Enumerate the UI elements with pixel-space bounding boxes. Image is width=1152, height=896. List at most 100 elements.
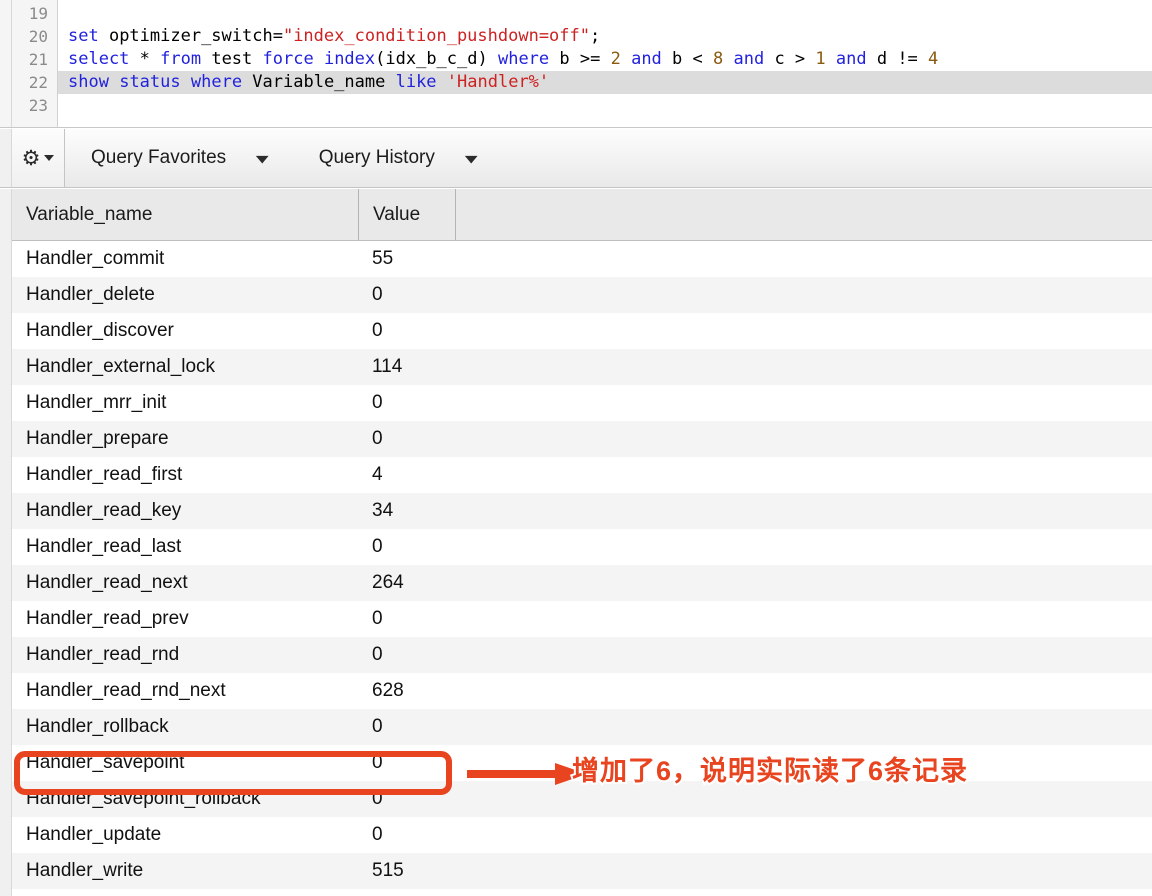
- query-favorites-dropdown[interactable]: Query Favorites ▾: [65, 129, 293, 187]
- code-token: show: [68, 72, 109, 92]
- cell-value[interactable]: 0: [358, 745, 455, 781]
- result-grid[interactable]: Variable_name Value Handler_commit 55 Hand…: [0, 189, 1152, 896]
- table-row[interactable]: Handler_read_key 34: [12, 493, 1152, 529]
- code-line[interactable]: show status where Variable_name like 'Ha…: [58, 71, 1152, 94]
- cell-value[interactable]: 55: [358, 241, 455, 277]
- table-row[interactable]: Handler_update 0: [12, 817, 1152, 853]
- cell-variable-name[interactable]: Handler_savepoint_rollback: [12, 781, 358, 817]
- code-token: 1: [815, 49, 826, 69]
- table-row[interactable]: Handler_discover 0: [12, 313, 1152, 349]
- table-row[interactable]: Handler_rollback 0: [12, 709, 1152, 745]
- cell-variable-name[interactable]: Handler_rollback: [12, 709, 358, 745]
- code-line[interactable]: [58, 2, 1152, 25]
- cell-value[interactable]: 0: [358, 421, 455, 457]
- query-history-label: Query History: [318, 147, 435, 168]
- cell-value[interactable]: 0: [358, 385, 455, 421]
- cell-variable-name[interactable]: Handler_prepare: [12, 421, 358, 457]
- cell-value[interactable]: 0: [358, 277, 455, 313]
- results-toolbar: ⚙ Query Favorites ▾ Query History ▾: [0, 129, 1152, 188]
- cell-value[interactable]: 34: [358, 493, 455, 529]
- cell-variable-name[interactable]: Handler_read_next: [12, 565, 358, 601]
- cell-value[interactable]: 4: [358, 457, 455, 493]
- cell-variable-name[interactable]: Handler_read_rnd: [12, 637, 358, 673]
- table-row[interactable]: Handler_read_rnd_next 628: [12, 673, 1152, 709]
- cell-filler: [455, 637, 1152, 673]
- code-line[interactable]: [58, 94, 1152, 117]
- cell-value[interactable]: 0: [358, 601, 455, 637]
- code-token: test: [201, 49, 263, 69]
- code-token: b >=: [549, 49, 611, 69]
- table-row[interactable]: Handler_commit 55: [12, 241, 1152, 277]
- cell-variable-name[interactable]: Handler_delete: [12, 277, 358, 313]
- cell-value[interactable]: 0: [358, 709, 455, 745]
- table-row[interactable]: Handler_read_last 0: [12, 529, 1152, 565]
- code-token: from: [160, 49, 202, 69]
- cell-value[interactable]: 0: [358, 529, 455, 565]
- code-token: ;: [590, 26, 601, 46]
- cell-variable-name[interactable]: Handler_savepoint: [12, 745, 358, 781]
- cell-variable-name[interactable]: Handler_read_last: [12, 529, 358, 565]
- code-token: b <: [661, 49, 713, 69]
- cell-filler: [455, 745, 1152, 781]
- cell-variable-name[interactable]: Handler_update: [12, 817, 358, 853]
- table-row[interactable]: Handler_read_prev 0: [12, 601, 1152, 637]
- editor-line-number-gutter: 19 20 21 22 23: [12, 0, 58, 127]
- cell-value[interactable]: 515: [358, 853, 455, 889]
- column-header-variable-name[interactable]: Variable_name: [12, 189, 358, 240]
- sql-editor[interactable]: 19 20 21 22 23 set optimizer_switch="index_c…: [0, 0, 1152, 128]
- code-token: select: [68, 49, 130, 69]
- table-row[interactable]: Handler_mrr_init 0: [12, 385, 1152, 421]
- cell-value[interactable]: 114: [358, 349, 455, 385]
- cell-value[interactable]: 0: [358, 781, 455, 817]
- cell-value[interactable]: 628: [358, 673, 455, 709]
- editor-code-area[interactable]: set optimizer_switch="index_condition_pu…: [58, 0, 1152, 127]
- table-row[interactable]: Handler_read_rnd 0: [12, 637, 1152, 673]
- cell-variable-name[interactable]: Handler_discover: [12, 313, 358, 349]
- cell-variable-name[interactable]: Handler_read_key: [12, 493, 358, 529]
- cell-value[interactable]: 0: [358, 817, 455, 853]
- table-row[interactable]: Handler_prepare 0: [12, 421, 1152, 457]
- chevron-down-icon: ▾: [256, 150, 269, 166]
- cell-variable-name[interactable]: Handler_write: [12, 853, 358, 889]
- cell-filler: [455, 421, 1152, 457]
- table-row[interactable]: Handler_external_lock 114: [12, 349, 1152, 385]
- cell-value[interactable]: 264: [358, 565, 455, 601]
- table-row[interactable]: Handler_savepoint 0: [12, 745, 1152, 781]
- query-favorites-label: Query Favorites: [91, 147, 227, 168]
- code-token: (idx_b_c_d): [375, 49, 498, 69]
- table-row[interactable]: Handler_savepoint_rollback 0: [12, 781, 1152, 817]
- table-row[interactable]: Handler_delete 0: [12, 277, 1152, 313]
- code-line[interactable]: set optimizer_switch="index_condition_pu…: [58, 25, 1152, 48]
- table-row[interactable]: Handler_read_next 264: [12, 565, 1152, 601]
- cell-variable-name[interactable]: Handler_read_prev: [12, 601, 358, 637]
- code-token: d !=: [866, 49, 929, 69]
- cell-variable-name[interactable]: Handler_read_first: [12, 457, 358, 493]
- column-header-value[interactable]: Value: [358, 189, 455, 240]
- grid-left-margin: [0, 189, 12, 896]
- code-token: "index_condition_pushdown=off": [282, 26, 590, 46]
- cell-variable-name[interactable]: Handler_mrr_init: [12, 385, 358, 421]
- line-number: 20: [28, 27, 48, 46]
- line-number: 22: [28, 73, 48, 92]
- toolbar-left-margin: [0, 129, 12, 187]
- table-row[interactable]: Handler_read_first 4: [12, 457, 1152, 493]
- query-history-dropdown[interactable]: Query History ▾: [293, 129, 502, 187]
- code-line[interactable]: select * from test force index(idx_b_c_d…: [58, 48, 1152, 71]
- cell-variable-name[interactable]: Handler_commit: [12, 241, 358, 277]
- cell-value[interactable]: 0: [358, 313, 455, 349]
- cell-filler: [455, 709, 1152, 745]
- table-row[interactable]: Handler_write 515: [12, 853, 1152, 889]
- cell-value[interactable]: 0: [358, 637, 455, 673]
- line-number: 19: [28, 4, 48, 23]
- cell-filler: [455, 277, 1152, 313]
- column-header-filler: [455, 189, 1152, 240]
- cell-variable-name[interactable]: Handler_read_rnd_next: [12, 673, 358, 709]
- settings-gear-button[interactable]: ⚙: [12, 129, 65, 187]
- sql-client-window: 19 20 21 22 23 set optimizer_switch="index_c…: [0, 0, 1152, 896]
- cell-variable-name[interactable]: Handler_external_lock: [12, 349, 358, 385]
